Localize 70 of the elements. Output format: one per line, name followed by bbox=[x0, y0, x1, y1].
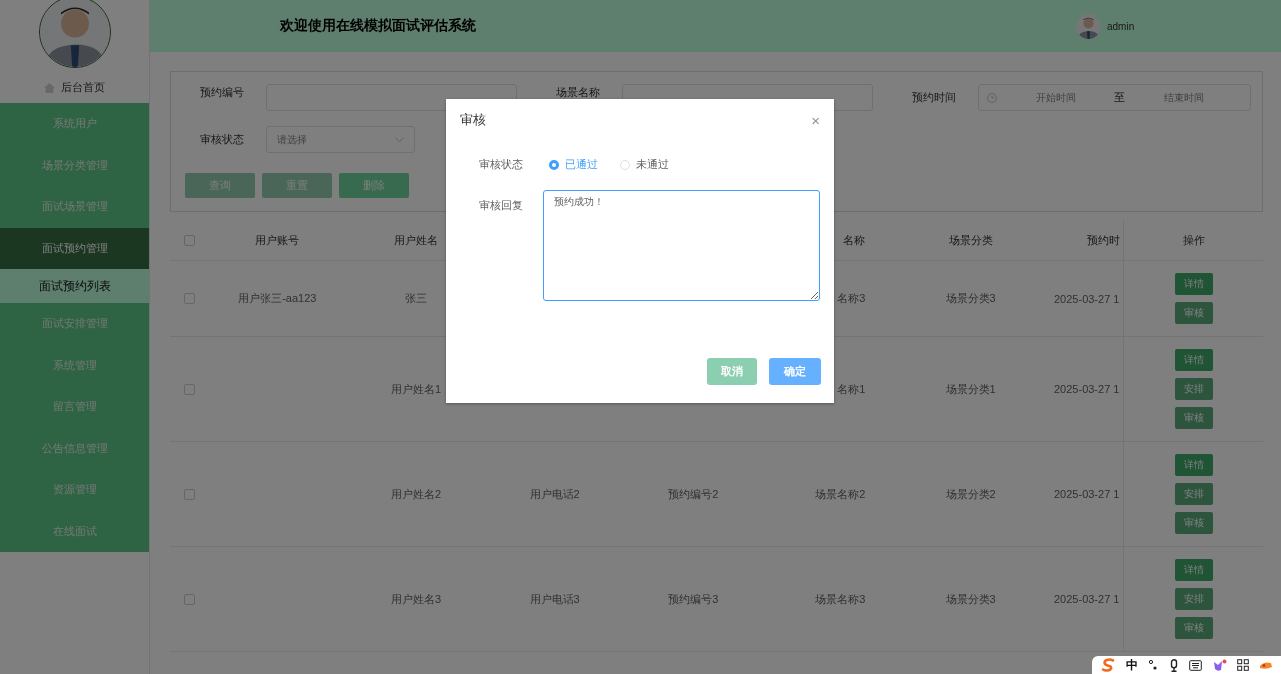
checkbox[interactable] bbox=[183, 593, 195, 605]
table-cell: 场景分类2 bbox=[945, 486, 996, 502]
row-action-button[interactable]: 详情 bbox=[1174, 349, 1213, 371]
grid-icon bbox=[1237, 659, 1250, 671]
field-label: 审核状态 bbox=[479, 157, 524, 172]
column-header: 场景分类 bbox=[948, 232, 993, 248]
field-label: 预约时间 bbox=[912, 90, 957, 105]
table-cell: 2025-03-27 1 bbox=[1054, 292, 1120, 305]
table-cell: 2025-03-27 1 bbox=[1054, 488, 1120, 500]
row-action-button[interactable]: 审核 bbox=[1174, 512, 1213, 534]
table-cell: 场景名称2 bbox=[815, 486, 866, 502]
user-name[interactable]: admin bbox=[1107, 20, 1135, 32]
field-label: 审核回复 bbox=[479, 198, 524, 213]
table-cell: 名称1 bbox=[837, 381, 866, 397]
table-cell: 场景分类3 bbox=[945, 291, 996, 306]
row-action-button[interactable]: 审核 bbox=[1174, 617, 1213, 639]
punctuation-icon bbox=[1148, 659, 1159, 671]
row-action-button[interactable]: 详情 bbox=[1174, 559, 1213, 581]
keyboard-icon bbox=[1189, 659, 1203, 671]
row-action-button[interactable]: 安排 bbox=[1174, 588, 1213, 610]
table-cell: 用户姓名2 bbox=[390, 486, 442, 502]
cancel-button[interactable]: 取消 bbox=[707, 358, 757, 385]
menu-item[interactable]: 面试预约管理 bbox=[0, 227, 149, 269]
field-label: 审核状态 bbox=[200, 132, 245, 147]
radio-option[interactable]: 未通过 bbox=[620, 157, 669, 172]
reply-field[interactable]: 预约成功！ bbox=[543, 190, 820, 301]
chevron-down-icon bbox=[395, 137, 404, 142]
row-action-button[interactable]: 安排 bbox=[1174, 483, 1213, 505]
table-cell: 场景分类1 bbox=[945, 381, 996, 397]
table-cell: 用户电话3 bbox=[529, 591, 580, 607]
table-cell: 用户电话2 bbox=[529, 486, 580, 502]
microphone-icon bbox=[1168, 658, 1179, 672]
table-cell: 预约编号3 bbox=[668, 591, 719, 607]
table-cell: 用户姓名1 bbox=[390, 381, 442, 397]
close-button[interactable]: × bbox=[809, 111, 822, 129]
table-cell: 名称3 bbox=[837, 291, 866, 306]
column-header: 预约时 bbox=[1087, 232, 1120, 248]
checkbox[interactable] bbox=[183, 488, 195, 500]
submenu-item[interactable]: 面试预约列表 bbox=[0, 269, 149, 303]
table-cell: 场景名称3 bbox=[815, 591, 866, 607]
table-cell: 场景分类3 bbox=[945, 591, 996, 607]
table-cell: 2025-03-27 1 bbox=[1054, 383, 1120, 395]
app-title: 欢迎使用在线模拟面试评估系统 bbox=[280, 17, 476, 35]
checkbox[interactable] bbox=[183, 234, 195, 246]
dialog-title: 审核 bbox=[460, 111, 486, 129]
table-cell: 预约编号2 bbox=[668, 486, 719, 502]
table-cell: 2025-03-27 1 bbox=[1054, 593, 1120, 605]
field-label: 场景名称 bbox=[556, 85, 601, 100]
checkbox[interactable] bbox=[183, 383, 195, 395]
row-action-button[interactable]: 详情 bbox=[1174, 273, 1213, 295]
row-action-button[interactable]: 审核 bbox=[1174, 302, 1213, 324]
column-header: 用户姓名 bbox=[394, 232, 438, 248]
confirm-button[interactable]: 确定 bbox=[769, 358, 821, 385]
radio-option[interactable]: 已通过 bbox=[549, 157, 598, 172]
home-link[interactable]: 后台首页 bbox=[44, 80, 105, 95]
checkbox[interactable] bbox=[183, 293, 195, 304]
ime-logo-icon bbox=[1101, 658, 1116, 672]
column-header: 用户账号 bbox=[255, 232, 300, 248]
input-mode-toggle[interactable]: 中 bbox=[1125, 656, 1138, 674]
avatar bbox=[1076, 13, 1101, 39]
range-separator: 至 bbox=[1114, 90, 1125, 105]
home-icon bbox=[44, 82, 55, 93]
table-cell: 用户姓名3 bbox=[390, 591, 442, 607]
row-action-button[interactable]: 安排 bbox=[1174, 378, 1213, 400]
clock-icon bbox=[987, 92, 997, 103]
row-action-button[interactable]: 详情 bbox=[1174, 454, 1213, 476]
column-header: 名称 bbox=[843, 232, 866, 248]
field-label: 预约编号 bbox=[200, 85, 245, 100]
row-action-button[interactable]: 审核 bbox=[1174, 407, 1213, 429]
column-header: 操作 bbox=[1182, 232, 1205, 248]
